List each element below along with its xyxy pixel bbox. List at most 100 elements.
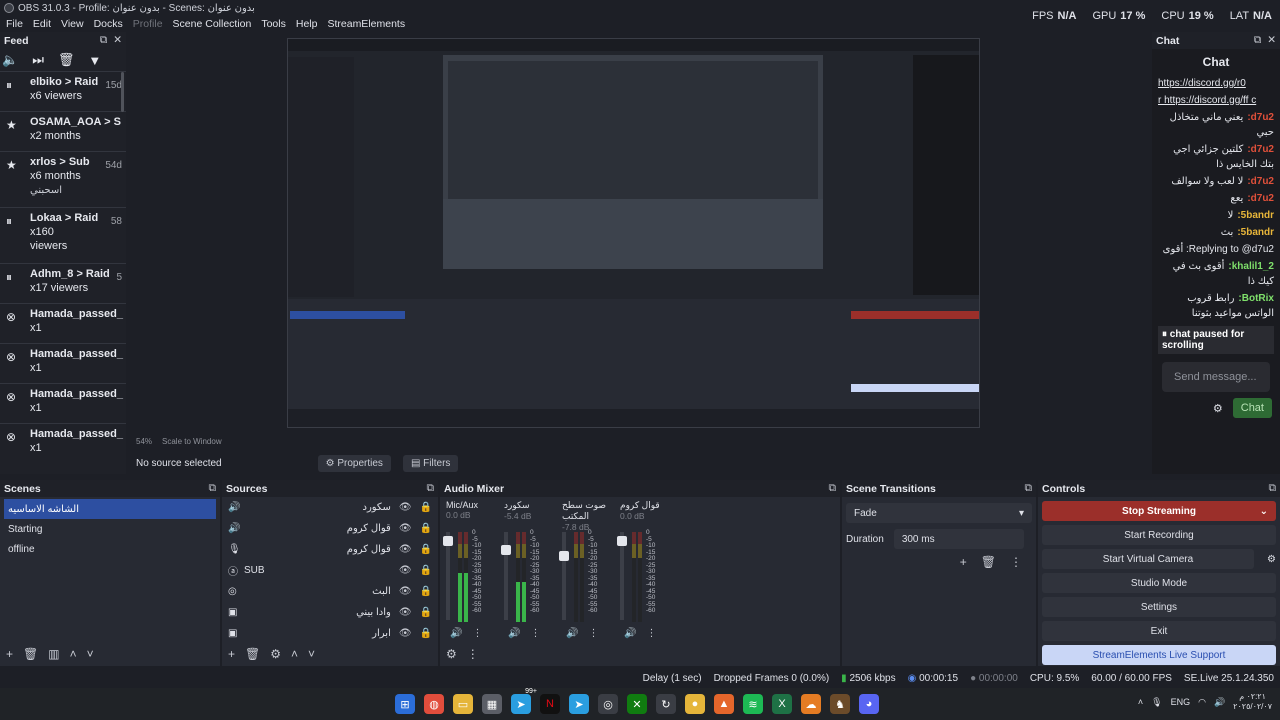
sync-icon[interactable]: ↻ — [656, 694, 676, 714]
move-up-icon[interactable]: ˄ — [291, 647, 298, 661]
lock-icon[interactable]: 🔒 — [420, 502, 432, 513]
mic-icon[interactable]: 🎙 — [1151, 697, 1162, 708]
settings-gear-icon[interactable]: ⚙ — [1213, 402, 1223, 415]
properties-button[interactable]: ⚙ Properties — [317, 454, 391, 472]
cloud-icon[interactable]: ☁ — [801, 694, 821, 714]
filter-icon[interactable]: ▼ — [88, 53, 101, 68]
stop-streaming-button[interactable]: Stop Streaming ⌄ — [1042, 501, 1276, 521]
menu-file[interactable]: File — [6, 18, 23, 30]
skip-icon[interactable]: ⏭ — [32, 52, 44, 68]
se-live-support-button[interactable]: StreamElements Live Support — [1042, 645, 1276, 665]
trash-icon[interactable]: 🗑 — [981, 555, 996, 569]
chat-username[interactable]: BotRix: — [1238, 293, 1274, 304]
steam-icon[interactable]: ◎ — [598, 694, 618, 714]
feed-item[interactable]: ⏸ Lokaa > Raid x160 viewers 58 — [0, 207, 126, 263]
lock-icon[interactable]: 🔒 — [420, 523, 432, 534]
move-down-icon[interactable]: ˅ — [87, 647, 94, 661]
undock-icon[interactable]: ⧉ — [1269, 482, 1277, 495]
settings-button[interactable]: Settings — [1042, 597, 1276, 617]
chevron-down-icon[interactable]: ⌄ — [1260, 506, 1268, 517]
move-down-icon[interactable]: ˅ — [308, 647, 315, 661]
menu-scene-collection[interactable]: Scene Collection — [173, 18, 252, 30]
menu-help[interactable]: Help — [296, 18, 318, 30]
menu-tools[interactable]: Tools — [261, 18, 286, 30]
chat-username[interactable]: d7u2: — [1247, 193, 1274, 204]
chrome-icon[interactable]: ◍ — [424, 694, 444, 714]
slider-handle[interactable] — [443, 536, 453, 547]
gear-icon[interactable]: ⚙ — [270, 647, 281, 661]
eye-icon[interactable]: 👁 — [399, 565, 412, 576]
start-virtual-camera-button[interactable]: Start Virtual Camera ⚙ — [1042, 549, 1276, 569]
chat-paused-notice[interactable]: ⏸ chat paused for scrolling — [1158, 326, 1274, 354]
scene-item[interactable]: الشاشه الاساسيه — [4, 499, 216, 519]
discord-icon[interactable]: ◕ — [859, 694, 879, 714]
volume-slider[interactable] — [501, 532, 511, 620]
chat-username[interactable]: d7u2: — [1247, 144, 1274, 155]
slider-handle[interactable] — [501, 545, 511, 556]
eye-icon[interactable]: 👁 — [399, 523, 412, 534]
feed-item[interactable]: ⊗ Hamada_passed_ x1 — [0, 423, 126, 463]
menu-dots-icon[interactable]: ⋮ — [1010, 555, 1022, 569]
source-item[interactable]: 🎙 🔒 👁 قوال كروم — [222, 539, 438, 560]
menu-dots-icon[interactable]: ⋮ — [588, 628, 598, 639]
telegram2-icon[interactable]: ➤ — [569, 694, 589, 714]
trash-icon[interactable]: 🗑 — [23, 647, 38, 661]
scale-mode[interactable]: Scale to Window — [162, 437, 222, 446]
preview-canvas[interactable] — [287, 38, 980, 428]
source-item[interactable]: ◎ 🔒 👁 البث — [222, 581, 438, 602]
feed-scrollbar[interactable] — [121, 72, 124, 112]
mute-speaker-icon[interactable]: 🔊 — [508, 628, 520, 639]
feed-item[interactable]: ★ OSAMA_AOA > Sx2 months — [0, 111, 126, 151]
menu-docks[interactable]: Docks — [94, 18, 123, 30]
undock-icon[interactable]: ⧉ — [829, 482, 837, 495]
mute-icon[interactable]: 🔈 — [2, 52, 18, 68]
clock[interactable]: ٠٢:٢١ م ٢٠٢٥/٠٢/٠٧ — [1233, 692, 1272, 712]
virtual-camera-gear-icon[interactable]: ⚙ — [1267, 554, 1276, 565]
add-icon[interactable]: + — [6, 647, 13, 661]
undock-icon[interactable]: ⧉ — [100, 34, 108, 47]
scene-item[interactable]: offline — [0, 539, 220, 559]
feed-item[interactable]: ⏸ Adhm_8 > Raid x17 viewers 5 — [0, 263, 126, 303]
chat-username[interactable]: 5bandr: — [1237, 227, 1274, 238]
lock-icon[interactable]: 🔒 — [420, 607, 432, 618]
chat-username[interactable]: d7u2: — [1247, 176, 1274, 187]
mute-speaker-icon[interactable]: 🔊 — [624, 628, 636, 639]
tray-arrow-icon[interactable]: ˄ — [1138, 697, 1143, 707]
menu-profile[interactable]: Profile — [133, 18, 163, 30]
slider-handle[interactable] — [559, 551, 569, 562]
eye-icon[interactable]: 👁 — [399, 544, 412, 555]
chat-input[interactable]: Send message... — [1162, 362, 1270, 392]
xbox-icon[interactable]: ✕ — [627, 694, 647, 714]
menu-view[interactable]: View — [61, 18, 84, 30]
undock-icon[interactable]: ⧉ — [1025, 482, 1033, 495]
chat-username[interactable]: 5bandr: — [1237, 210, 1274, 221]
source-item[interactable]: ▣ 🔒 👁 ابرار — [222, 623, 438, 644]
transition-select[interactable]: Fade ▾ — [846, 503, 1032, 523]
filters-button[interactable]: ▤ Filters — [402, 454, 459, 472]
scene-item[interactable]: Starting — [0, 519, 220, 539]
filters-icon[interactable]: ▥ — [48, 647, 59, 661]
brave-icon[interactable]: ▲ — [714, 694, 734, 714]
source-item[interactable]: ⓐ SUB 🔒 👁 — [222, 560, 438, 581]
excel-icon[interactable]: X — [772, 694, 792, 714]
menu-edit[interactable]: Edit — [33, 18, 51, 30]
feed-item[interactable]: ⏸ elbiko > Raid x6 viewers 15d — [0, 71, 126, 111]
duration-input[interactable]: 300 ms — [893, 529, 1024, 549]
volume-slider[interactable] — [617, 532, 627, 620]
volume-slider[interactable] — [443, 532, 453, 620]
mute-speaker-icon[interactable]: 🔊 — [566, 628, 578, 639]
trash-icon[interactable]: 🗑 — [245, 647, 260, 661]
netflix-icon[interactable]: N — [540, 694, 560, 714]
windows-start-icon[interactable]: ⊞ — [395, 694, 415, 714]
volume-slider[interactable] — [559, 532, 569, 620]
wifi-icon[interactable]: ◠ — [1198, 697, 1206, 708]
store-icon[interactable]: ▦ — [482, 694, 502, 714]
undock-icon[interactable]: ⧉ — [1254, 34, 1262, 47]
source-item[interactable]: 🔊 🔒 👁 سكورد — [222, 497, 438, 518]
studio-mode-button[interactable]: Studio Mode — [1042, 573, 1276, 593]
menu-streamelements[interactable]: StreamElements — [327, 18, 405, 30]
eye-icon[interactable]: 👁 — [399, 628, 412, 639]
undock-icon[interactable]: ⧉ — [427, 482, 435, 495]
start-recording-button[interactable]: Start Recording — [1042, 525, 1276, 545]
slider-handle[interactable] — [617, 536, 627, 547]
